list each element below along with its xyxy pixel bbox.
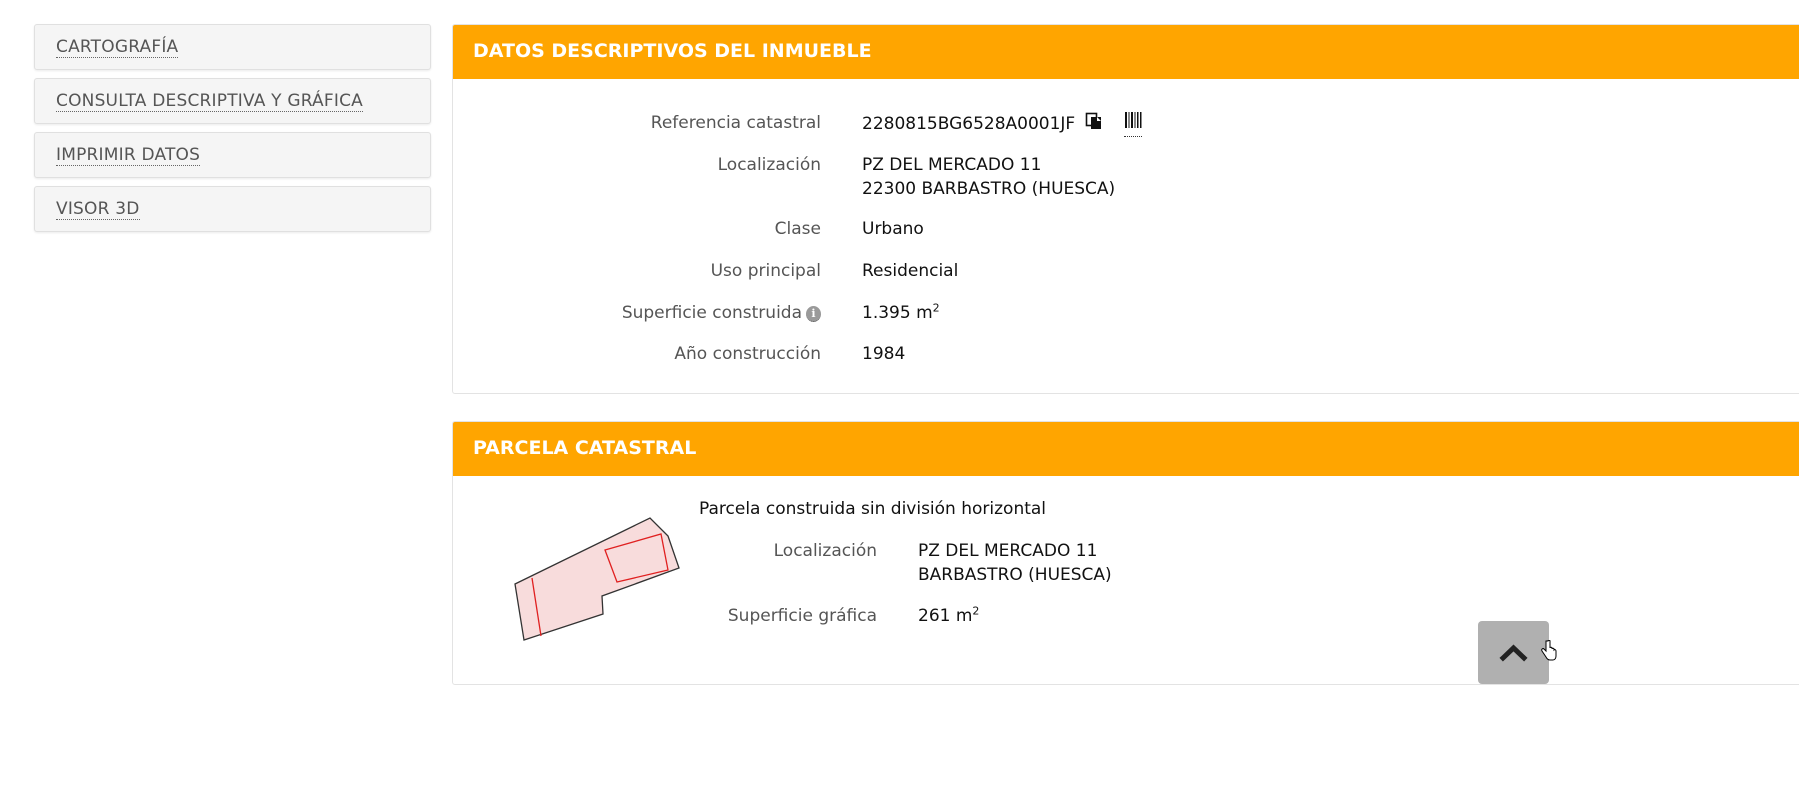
parcela-subtitle: Parcela construida sin división horizont… [699,499,1047,519]
barcode-icon[interactable] [1124,111,1143,137]
chevron-up-icon [1499,644,1528,662]
sidebar-item-label[interactable]: CONSULTA DESCRIPTIVA Y GRÁFICA [56,91,363,112]
parcela-superficie-value: 261 m [918,606,973,626]
loc-label: Localización [717,155,821,175]
superficie-label: Superficie construida [621,303,802,323]
sidebar-item-imprimir[interactable]: IMPRIMIR DATOS [34,132,431,178]
sidebar-item-cartografia[interactable]: CARTOGRAFÍA [34,24,431,70]
uso-value: Residencial [862,261,959,281]
inmueble-panel: DATOS DESCRIPTIVOS DEL INMUEBLE Referenc… [452,24,1799,394]
parcela-loc-line2: BARBASTRO (HUESCA) [918,565,1112,585]
parcela-loc-label: Localización [773,541,877,561]
ref-value: 2280815BG6528A0001JF [862,114,1076,134]
copy-icon[interactable] [1085,112,1103,137]
sidebar-item-consulta[interactable]: CONSULTA DESCRIPTIVA Y GRÁFICA [34,78,431,124]
parcela-loc-line1: PZ DEL MERCADO 11 [918,541,1098,561]
sidebar-item-visor-3d[interactable]: VISOR 3D [34,186,431,232]
anio-value: 1984 [862,344,906,364]
sidebar-item-label[interactable]: CARTOGRAFÍA [56,37,179,58]
parcela-superficie-label: Superficie gráfica [727,606,877,626]
uso-label: Uso principal [710,261,821,281]
superficie-label-row: Superficie construida i [453,301,821,325]
panel-title: DATOS DESCRIPTIVOS DEL INMUEBLE [453,25,1799,79]
info-icon[interactable]: i [806,306,821,322]
parcela-panel: PARCELA CATASTRAL Parcela construida sin… [452,421,1799,685]
ref-row: 2280815BG6528A0001JF [862,111,1143,137]
sidebar: CARTOGRAFÍA CONSULTA DESCRIPTIVA Y GRÁFI… [34,24,431,240]
superficie-value: 1.395 m [862,303,933,323]
parcela-superficie-unit-exponent: 2 [972,604,980,618]
loc-line2: 22300 BARBASTRO (HUESCA) [862,179,1116,199]
hand-cursor-icon [1541,640,1557,661]
clase-label: Clase [774,219,821,239]
superficie-value-row: 1.395 m2 [862,301,940,325]
sidebar-item-label[interactable]: VISOR 3D [56,199,140,220]
sidebar-item-label[interactable]: IMPRIMIR DATOS [56,145,201,166]
clase-value: Urbano [862,219,924,239]
anio-label: Año construcción [674,344,821,364]
ref-label: Referencia catastral [650,113,821,133]
loc-line1: PZ DEL MERCADO 11 [862,155,1042,175]
superficie-unit-exponent: 2 [932,301,940,315]
panel-title: PARCELA CATASTRAL [453,422,1799,476]
scroll-top-button[interactable] [1478,621,1549,684]
parcela-superficie-row: 261 m2 [918,604,979,628]
